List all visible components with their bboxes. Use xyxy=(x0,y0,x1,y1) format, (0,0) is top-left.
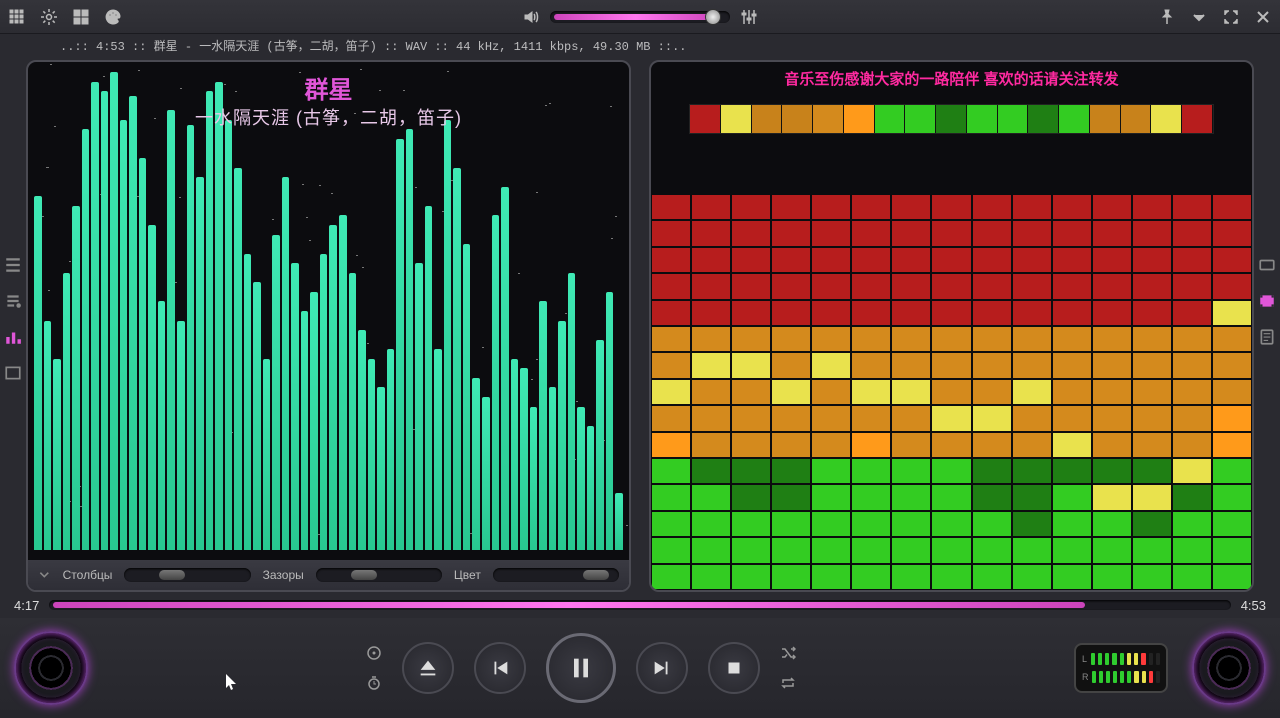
transport-bar: L R xyxy=(0,618,1280,718)
close-icon[interactable] xyxy=(1254,8,1272,26)
chevron-down-icon[interactable] xyxy=(1190,8,1208,26)
spectrum-bars xyxy=(34,72,623,550)
scrolling-text: 音乐至伤感谢大家的一路陪伴 喜欢的话请关注转发 xyxy=(651,68,1252,89)
title-bar xyxy=(0,0,1280,34)
speaker-icon[interactable] xyxy=(522,8,540,26)
rail-list-icon[interactable] xyxy=(4,256,22,274)
stop-button[interactable] xyxy=(708,642,760,694)
left-speaker xyxy=(14,631,88,705)
repeat-icon[interactable] xyxy=(780,675,796,691)
vu-left: L xyxy=(1082,653,1160,665)
mouse-cursor xyxy=(226,674,238,692)
level-meter-panel: 音乐至伤感谢大家的一路陪伴 喜欢的话请关注转发 xyxy=(649,60,1254,592)
gear-icon[interactable] xyxy=(40,8,58,26)
right-rail xyxy=(1258,256,1276,346)
track-title: 一水隔天涯 (古筝，二胡，笛子) xyxy=(28,104,629,130)
palette-icon[interactable] xyxy=(104,8,122,26)
level-grid xyxy=(651,194,1252,590)
rail-doc-icon[interactable] xyxy=(1258,328,1276,346)
progress-row: 4:17 4:53 xyxy=(0,592,1280,618)
eject-button[interactable] xyxy=(402,642,454,694)
rail-playlist-icon[interactable] xyxy=(4,292,22,310)
cd-icon[interactable] xyxy=(366,645,382,661)
color-slider[interactable] xyxy=(493,568,619,582)
spectrum-panel: 群星 一水隔天涯 (古筝，二胡，笛子) Столбцы Зазоры Цвет xyxy=(26,60,631,592)
spectrum-controls: Столбцы Зазоры Цвет xyxy=(28,560,629,590)
now-playing-info: ..:: 4:53 :: 群星 - 一水隔天涯 (古筝，二胡，笛子) :: WA… xyxy=(0,34,1280,56)
track-artist: 群星 xyxy=(28,70,629,105)
color-label: Цвет xyxy=(454,568,481,582)
equalizer-icon[interactable] xyxy=(740,8,758,26)
rail-card-icon[interactable] xyxy=(1258,256,1276,274)
apps-grid-icon[interactable] xyxy=(8,8,26,26)
chevron-down-icon[interactable] xyxy=(38,568,51,582)
rail-library-icon[interactable] xyxy=(4,364,22,382)
left-rail xyxy=(4,256,22,382)
timer-icon[interactable] xyxy=(366,675,382,691)
skins-icon[interactable] xyxy=(72,8,90,26)
rail-visualizer-icon[interactable] xyxy=(4,328,22,346)
rail-film-icon[interactable] xyxy=(1258,292,1276,310)
meter-strip xyxy=(689,104,1214,134)
shuffle-icon[interactable] xyxy=(780,645,796,661)
gaps-label: Зазоры xyxy=(263,568,304,582)
seek-slider[interactable] xyxy=(49,600,1230,610)
next-button[interactable] xyxy=(636,642,688,694)
gaps-slider[interactable] xyxy=(316,568,442,582)
right-speaker xyxy=(1192,631,1266,705)
play-pause-button[interactable] xyxy=(546,633,616,703)
fullscreen-icon[interactable] xyxy=(1222,8,1240,26)
columns-slider[interactable] xyxy=(124,568,250,582)
columns-label: Столбцы xyxy=(63,568,113,582)
vu-meter: L R xyxy=(1074,643,1168,693)
previous-button[interactable] xyxy=(474,642,526,694)
pin-icon[interactable] xyxy=(1158,8,1176,26)
time-elapsed: 4:17 xyxy=(14,598,39,613)
main-area: 群星 一水隔天涯 (古筝，二胡，笛子) Столбцы Зазоры Цвет … xyxy=(0,56,1280,592)
vu-right: R xyxy=(1082,671,1160,683)
volume-slider[interactable] xyxy=(550,11,730,23)
time-total: 4:53 xyxy=(1241,598,1266,613)
